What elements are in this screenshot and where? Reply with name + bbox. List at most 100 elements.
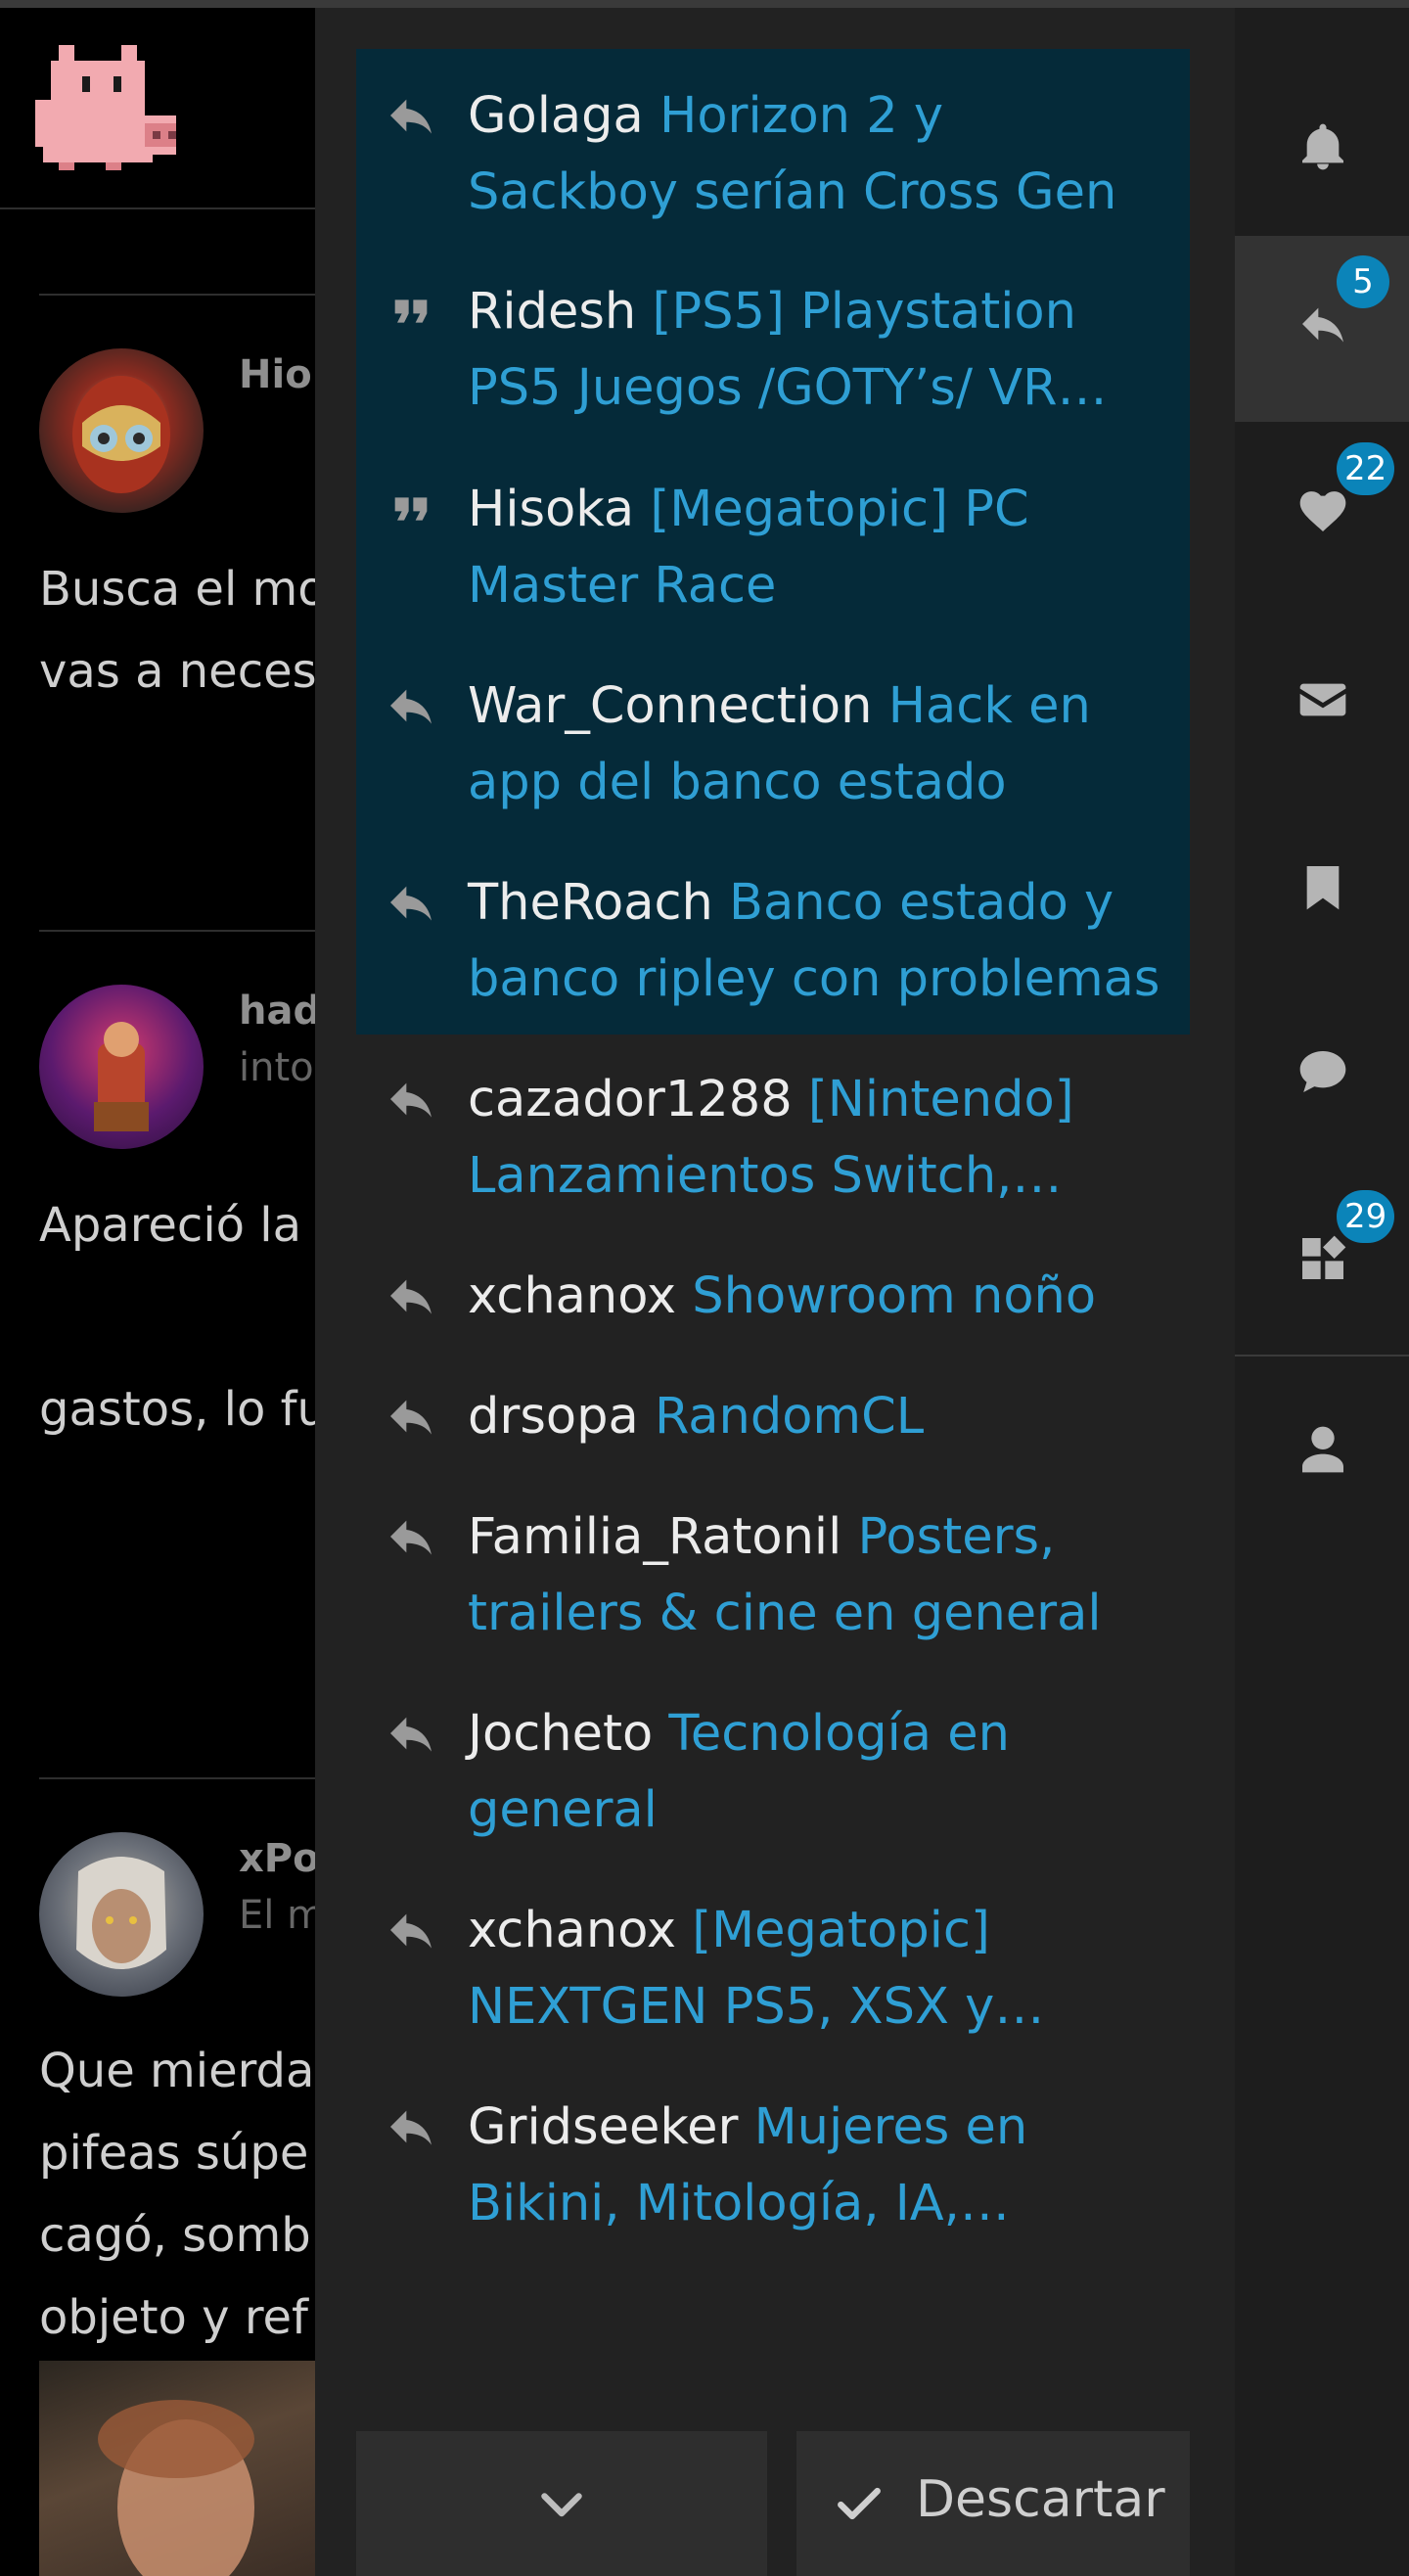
notification-text: Familia_Ratonil Posters, trailers & cine… bbox=[468, 1499, 1162, 1652]
reply-icon bbox=[390, 2110, 432, 2145]
notification-item[interactable]: Familia_Ratonil Posters, trailers & cine… bbox=[356, 1499, 1190, 1652]
notification-item[interactable]: War_Connection Hack en app del banco est… bbox=[356, 668, 1190, 821]
notification-user: Ridesh bbox=[468, 283, 637, 341]
notification-text: Gridseeker Mujeres en Bikini, Mitología, … bbox=[468, 2090, 1162, 2242]
avatar[interactable] bbox=[39, 1832, 204, 1997]
quote-icon bbox=[394, 299, 428, 323]
pig-logo[interactable] bbox=[35, 43, 184, 172]
dismiss-label: Descartar bbox=[916, 2470, 1165, 2529]
notification-user: xchanox bbox=[468, 1267, 677, 1325]
bell-icon bbox=[1302, 123, 1343, 170]
chat-tab[interactable] bbox=[1235, 984, 1409, 1170]
replies-tab[interactable]: 5 bbox=[1235, 236, 1409, 422]
notification-topic[interactable]: [PS5] Playstation bbox=[652, 283, 1075, 341]
post-divider bbox=[39, 1777, 323, 1779]
post-divider bbox=[39, 930, 323, 932]
reply-icon bbox=[390, 1279, 432, 1314]
notification-item[interactable]: drsopa RandomCL bbox=[356, 1379, 1190, 1455]
notification-item[interactable]: Golaga Horizon 2 y Sackboy serían Cross … bbox=[356, 78, 1190, 231]
avatar[interactable] bbox=[39, 985, 204, 1149]
bookmarks-tab[interactable] bbox=[1235, 799, 1409, 985]
notification-item[interactable]: cazador1288 [Nintendo] Lanzamientos Switc… bbox=[356, 1062, 1190, 1215]
chevron-down-icon bbox=[541, 2493, 582, 2517]
likes-tab[interactable]: 22 bbox=[1235, 423, 1409, 609]
top-border bbox=[0, 0, 1409, 8]
notifications-tab[interactable] bbox=[1235, 59, 1409, 245]
reply-icon bbox=[390, 689, 432, 724]
notification-user: Golaga bbox=[468, 87, 644, 145]
messages-tab[interactable] bbox=[1235, 612, 1409, 798]
post-divider bbox=[39, 294, 323, 296]
replies-badge: 5 bbox=[1337, 255, 1389, 308]
notifications-panel: Golaga Horizon 2 y Sackboy serían Cross … bbox=[315, 8, 1235, 2576]
notification-user: Jocheto bbox=[468, 1705, 654, 1763]
other-notifications-tab[interactable]: 29 bbox=[1235, 1171, 1409, 1357]
notification-topic[interactable]: Showroom noño bbox=[692, 1267, 1096, 1325]
notification-item[interactable]: Jocheto Tecnología en general bbox=[356, 1696, 1190, 1849]
reply-icon bbox=[390, 1520, 432, 1555]
notification-text: TheRoach Banco estado y banco ripley con… bbox=[468, 865, 1162, 1018]
notification-item[interactable]: Gridseeker Mujeres en Bikini, Mitología, … bbox=[356, 2090, 1190, 2242]
notification-topic[interactable]: [Megatopic] bbox=[692, 1902, 990, 1959]
reply-icon bbox=[390, 99, 432, 134]
notification-user: Hisoka bbox=[468, 481, 635, 538]
notification-topic[interactable]: [Nintendo] bbox=[808, 1071, 1074, 1128]
comment-icon bbox=[1299, 1051, 1346, 1092]
notification-topic[interactable]: Mujeres en bbox=[754, 2098, 1028, 2156]
widgets-icon bbox=[1302, 1235, 1346, 1279]
post-text-line: Busca el mo bbox=[39, 562, 323, 617]
post-text-line: cagó, somb bbox=[39, 2208, 311, 2263]
notification-text: Jocheto Tecnología en general bbox=[468, 1696, 1162, 1849]
user-menu-iconbar: 5 22 29 bbox=[1235, 8, 1409, 2576]
post-username[interactable]: Hio bbox=[239, 352, 312, 397]
quote-icon bbox=[394, 497, 428, 521]
reply-icon bbox=[390, 1717, 432, 1752]
notification-text: xchanox Showroom noño bbox=[468, 1259, 1162, 1335]
notification-user: War_Connection bbox=[468, 677, 873, 735]
post-text-line: vas a neces bbox=[39, 644, 317, 699]
reply-icon bbox=[390, 886, 432, 921]
iconbar-divider bbox=[1235, 1355, 1409, 1357]
notification-item[interactable]: TheRoach Banco estado y banco ripley con… bbox=[356, 865, 1190, 1018]
notification-text: Golaga Horizon 2 y Sackboy serían Cross … bbox=[468, 78, 1162, 231]
notification-user: drsopa bbox=[468, 1388, 639, 1446]
background-page: Hio Busca el mo vas a neces had into Apa… bbox=[0, 0, 323, 2576]
notification-text: Hisoka [Megatopic] PC Master Race bbox=[468, 472, 1162, 624]
notification-text: War_Connection Hack en app del banco est… bbox=[468, 668, 1162, 821]
header-divider bbox=[0, 207, 323, 209]
post-username[interactable]: had bbox=[239, 989, 321, 1034]
post-user-title: El m bbox=[239, 1893, 323, 1938]
notification-user: cazador1288 bbox=[468, 1071, 793, 1128]
notification-topic-cont[interactable]: NEXTGEN PS5, XSX y… bbox=[468, 1969, 1162, 2046]
notification-topic-cont[interactable]: PS5 Juegos /GOTY’s/ VR… bbox=[468, 350, 1162, 427]
post-text-line: Que mierda bbox=[39, 2044, 315, 2098]
notification-user: xchanox bbox=[468, 1902, 677, 1959]
likes-badge: 22 bbox=[1337, 442, 1395, 495]
notification-item[interactable]: Ridesh [PS5] Playstation PS5 Juegos /GOTY… bbox=[356, 274, 1190, 427]
notification-text: cazador1288 [Nintendo] Lanzamientos Switc… bbox=[468, 1062, 1162, 1215]
notification-item[interactable]: xchanox Showroom noño bbox=[356, 1259, 1190, 1335]
notification-item[interactable]: Hisoka [Megatopic] PC Master Race bbox=[356, 472, 1190, 624]
check-icon bbox=[838, 2487, 881, 2520]
bookmark-icon bbox=[1306, 866, 1340, 910]
notification-user: TheRoach bbox=[468, 874, 713, 932]
notification-topic-cont[interactable]: Lanzamientos Switch,… bbox=[468, 1138, 1162, 1215]
post-text-line: objeto y ref bbox=[39, 2290, 308, 2345]
user-icon bbox=[1302, 1426, 1343, 1473]
notification-text: drsopa RandomCL bbox=[468, 1379, 1162, 1455]
post-username[interactable]: xPo bbox=[239, 1836, 320, 1881]
profile-tab[interactable] bbox=[1235, 1361, 1409, 1547]
reply-icon bbox=[390, 1913, 432, 1949]
other-badge: 29 bbox=[1337, 1190, 1395, 1243]
heart-icon bbox=[1299, 491, 1346, 531]
notification-item[interactable]: xchanox [Megatopic] NEXTGEN PS5, XSX y… bbox=[356, 1893, 1190, 2046]
show-more-button[interactable] bbox=[356, 2431, 767, 2576]
avatar[interactable] bbox=[39, 348, 204, 513]
post-text-line: gastos, lo fu bbox=[39, 1382, 323, 1437]
dismiss-button[interactable]: Descartar bbox=[796, 2431, 1190, 2576]
reply-icon bbox=[390, 1400, 432, 1435]
notification-topic-cont[interactable]: Bikini, Mitología, IA,… bbox=[468, 2166, 1162, 2242]
post-text-line: Apareció la bbox=[39, 1198, 302, 1253]
notification-topic[interactable]: RandomCL bbox=[655, 1388, 924, 1446]
post-image bbox=[39, 2361, 323, 2576]
